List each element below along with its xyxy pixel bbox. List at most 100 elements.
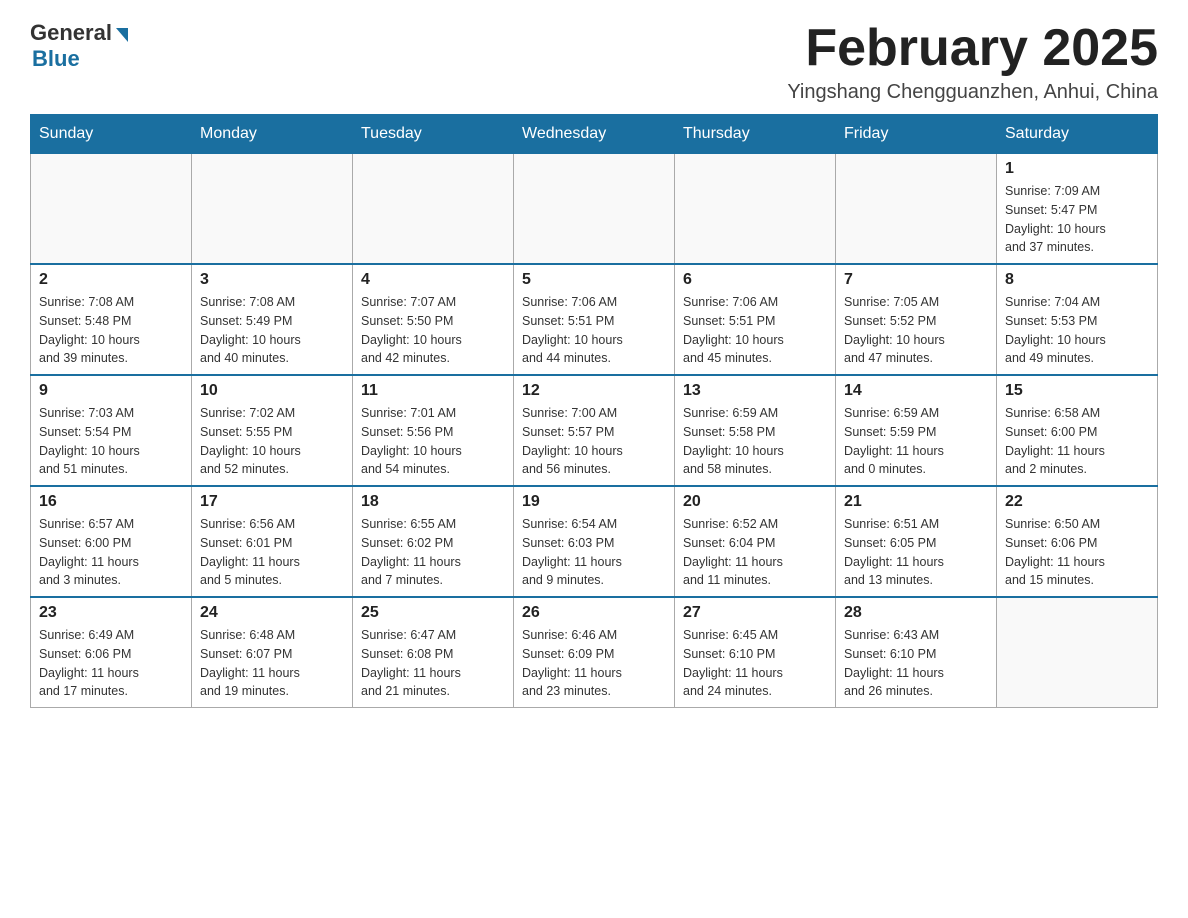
weekday-header-monday: Monday [192, 115, 353, 154]
calendar-cell: 20 Sunrise: 6:52 AMSunset: 6:04 PMDayligh… [675, 486, 836, 597]
calendar-cell: 17 Sunrise: 6:56 AMSunset: 6:01 PMDayligh… [192, 486, 353, 597]
calendar-cell: 9Sunrise: 7:03 AMSunset: 5:54 PMDaylight… [31, 375, 192, 486]
calendar-table: SundayMondayTuesdayWednesdayThursdayFrid… [30, 114, 1158, 708]
day-number: 10 [200, 382, 344, 400]
day-info: Sunrise: 7:09 AMSunset: 5:47 PMDaylight:… [1005, 182, 1149, 257]
day-number: 27 [683, 604, 827, 622]
weekday-header-saturday: Saturday [997, 115, 1158, 154]
calendar-cell: 27 Sunrise: 6:45 AMSunset: 6:10 PMDayligh… [675, 597, 836, 708]
calendar-week-row: 16 Sunrise: 6:57 AMSunset: 6:00 PMDayligh… [31, 486, 1158, 597]
calendar-cell [31, 154, 192, 265]
calendar-cell: 26 Sunrise: 6:46 AMSunset: 6:09 PMDayligh… [514, 597, 675, 708]
day-info: Sunrise: 7:07 AMSunset: 5:50 PMDaylight:… [361, 293, 505, 368]
day-number: 26 [522, 604, 666, 622]
day-number: 11 [361, 382, 505, 400]
day-info: Sunrise: 6:45 AMSunset: 6:10 PMDaylight:… [683, 626, 827, 701]
day-number: 4 [361, 271, 505, 289]
logo-general-text: General [30, 20, 112, 46]
day-info: Sunrise: 7:01 AMSunset: 5:56 PMDaylight:… [361, 404, 505, 479]
day-number: 12 [522, 382, 666, 400]
calendar-cell: 24 Sunrise: 6:48 AMSunset: 6:07 PMDayligh… [192, 597, 353, 708]
day-info: Sunrise: 6:51 AMSunset: 6:05 PMDaylight:… [844, 515, 988, 590]
day-number: 25 [361, 604, 505, 622]
weekday-header-friday: Friday [836, 115, 997, 154]
calendar-cell: 1 Sunrise: 7:09 AMSunset: 5:47 PMDaylight… [997, 154, 1158, 265]
weekday-header-thursday: Thursday [675, 115, 836, 154]
calendar-cell: 10 Sunrise: 7:02 AMSunset: 5:55 PMDayligh… [192, 375, 353, 486]
day-number: 15 [1005, 382, 1149, 400]
calendar-cell: 25 Sunrise: 6:47 AMSunset: 6:08 PMDayligh… [353, 597, 514, 708]
calendar-week-row: 23 Sunrise: 6:49 AMSunset: 6:06 PMDayligh… [31, 597, 1158, 708]
day-number: 20 [683, 493, 827, 511]
calendar-cell: 4 Sunrise: 7:07 AMSunset: 5:50 PMDaylight… [353, 264, 514, 375]
day-info: Sunrise: 6:54 AMSunset: 6:03 PMDaylight:… [522, 515, 666, 590]
day-number: 16 [39, 493, 183, 511]
weekday-header-sunday: Sunday [31, 115, 192, 154]
day-info: Sunrise: 6:56 AMSunset: 6:01 PMDaylight:… [200, 515, 344, 590]
day-info: Sunrise: 7:08 AMSunset: 5:49 PMDaylight:… [200, 293, 344, 368]
day-number: 5 [522, 271, 666, 289]
calendar-cell [514, 154, 675, 265]
day-number: 9 [39, 382, 183, 400]
day-number: 1 [1005, 160, 1149, 178]
calendar-cell: 23 Sunrise: 6:49 AMSunset: 6:06 PMDayligh… [31, 597, 192, 708]
logo-arrow-icon [116, 28, 128, 42]
weekday-header-wednesday: Wednesday [514, 115, 675, 154]
day-number: 19 [522, 493, 666, 511]
day-number: 28 [844, 604, 988, 622]
calendar-cell [675, 154, 836, 265]
calendar-cell: 18 Sunrise: 6:55 AMSunset: 6:02 PMDayligh… [353, 486, 514, 597]
page-header: General Blue February 2025 Yingshang Che… [30, 20, 1158, 104]
month-title: February 2025 [787, 20, 1158, 77]
calendar-cell: 19 Sunrise: 6:54 AMSunset: 6:03 PMDayligh… [514, 486, 675, 597]
calendar-cell: 16 Sunrise: 6:57 AMSunset: 6:00 PMDayligh… [31, 486, 192, 597]
calendar-cell: 5 Sunrise: 7:06 AMSunset: 5:51 PMDaylight… [514, 264, 675, 375]
day-number: 22 [1005, 493, 1149, 511]
day-number: 6 [683, 271, 827, 289]
day-info: Sunrise: 7:00 AMSunset: 5:57 PMDaylight:… [522, 404, 666, 479]
calendar-cell: 2 Sunrise: 7:08 AMSunset: 5:48 PMDaylight… [31, 264, 192, 375]
calendar-cell: 8 Sunrise: 7:04 AMSunset: 5:53 PMDaylight… [997, 264, 1158, 375]
calendar-cell: 7 Sunrise: 7:05 AMSunset: 5:52 PMDaylight… [836, 264, 997, 375]
day-number: 17 [200, 493, 344, 511]
calendar-cell [192, 154, 353, 265]
day-info: Sunrise: 7:04 AMSunset: 5:53 PMDaylight:… [1005, 293, 1149, 368]
day-number: 23 [39, 604, 183, 622]
calendar-cell: 11 Sunrise: 7:01 AMSunset: 5:56 PMDayligh… [353, 375, 514, 486]
calendar-cell [353, 154, 514, 265]
day-number: 7 [844, 271, 988, 289]
calendar-cell: 6Sunrise: 7:06 AMSunset: 5:51 PMDaylight… [675, 264, 836, 375]
day-info: Sunrise: 7:05 AMSunset: 5:52 PMDaylight:… [844, 293, 988, 368]
day-number: 18 [361, 493, 505, 511]
day-info: Sunrise: 6:57 AMSunset: 6:00 PMDaylight:… [39, 515, 183, 590]
day-number: 2 [39, 271, 183, 289]
calendar-cell: 13Sunrise: 6:59 AMSunset: 5:58 PMDayligh… [675, 375, 836, 486]
calendar-cell: 28 Sunrise: 6:43 AMSunset: 6:10 PMDayligh… [836, 597, 997, 708]
day-number: 24 [200, 604, 344, 622]
calendar-cell: 15Sunrise: 6:58 AMSunset: 6:00 PMDayligh… [997, 375, 1158, 486]
day-number: 3 [200, 271, 344, 289]
day-number: 8 [1005, 271, 1149, 289]
day-info: Sunrise: 7:06 AMSunset: 5:51 PMDaylight:… [522, 293, 666, 368]
day-info: Sunrise: 6:49 AMSunset: 6:06 PMDaylight:… [39, 626, 183, 701]
day-number: 13 [683, 382, 827, 400]
day-info: Sunrise: 6:43 AMSunset: 6:10 PMDaylight:… [844, 626, 988, 701]
day-info: Sunrise: 7:02 AMSunset: 5:55 PMDaylight:… [200, 404, 344, 479]
weekday-header-tuesday: Tuesday [353, 115, 514, 154]
calendar-cell [836, 154, 997, 265]
day-info: Sunrise: 6:55 AMSunset: 6:02 PMDaylight:… [361, 515, 505, 590]
calendar-cell: 12 Sunrise: 7:00 AMSunset: 5:57 PMDayligh… [514, 375, 675, 486]
day-info: Sunrise: 6:59 AMSunset: 5:59 PMDaylight:… [844, 404, 988, 479]
day-number: 21 [844, 493, 988, 511]
day-info: Sunrise: 6:50 AMSunset: 6:06 PMDaylight:… [1005, 515, 1149, 590]
calendar-week-row: 2 Sunrise: 7:08 AMSunset: 5:48 PMDaylight… [31, 264, 1158, 375]
day-info: Sunrise: 6:52 AMSunset: 6:04 PMDaylight:… [683, 515, 827, 590]
day-info: Sunrise: 7:08 AMSunset: 5:48 PMDaylight:… [39, 293, 183, 368]
day-info: Sunrise: 6:47 AMSunset: 6:08 PMDaylight:… [361, 626, 505, 701]
day-info: Sunrise: 6:48 AMSunset: 6:07 PMDaylight:… [200, 626, 344, 701]
calendar-cell: 3 Sunrise: 7:08 AMSunset: 5:49 PMDaylight… [192, 264, 353, 375]
calendar-cell: 21 Sunrise: 6:51 AMSunset: 6:05 PMDayligh… [836, 486, 997, 597]
calendar-week-row: 9Sunrise: 7:03 AMSunset: 5:54 PMDaylight… [31, 375, 1158, 486]
day-info: Sunrise: 6:46 AMSunset: 6:09 PMDaylight:… [522, 626, 666, 701]
calendar-cell: 14Sunrise: 6:59 AMSunset: 5:59 PMDayligh… [836, 375, 997, 486]
